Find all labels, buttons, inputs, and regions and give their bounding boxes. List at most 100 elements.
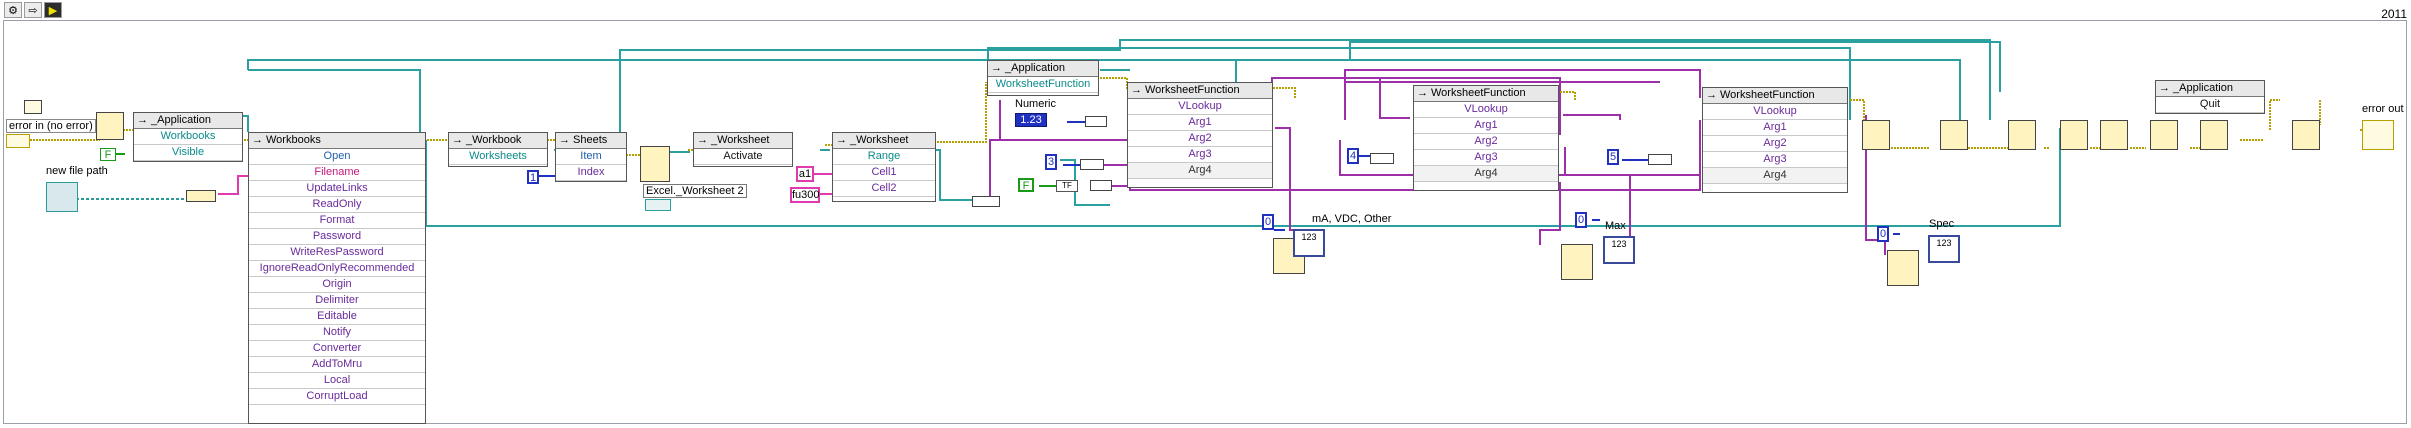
arg4[interactable]: Arg4: [1128, 163, 1272, 179]
arg-cell1[interactable]: Cell1: [833, 165, 935, 181]
numeric-constant-zero-c[interactable]: 0: [1877, 226, 1889, 242]
automation-open-icon: [96, 112, 124, 140]
node-header: → WorksheetFunction: [1414, 86, 1558, 102]
arg-local[interactable]: Local: [249, 373, 425, 389]
arg2[interactable]: Arg2: [1128, 131, 1272, 147]
max-label: Max: [1605, 220, 1626, 232]
invoke-node-worksheetfunction-3[interactable]: → WorksheetFunction VLookup Arg1 Arg2 Arg…: [1702, 87, 1848, 193]
property-node-workbook[interactable]: → _Workbook Worksheets: [448, 132, 548, 167]
arg-editable[interactable]: Editable: [249, 309, 425, 325]
arg1[interactable]: Arg1: [1414, 118, 1558, 134]
numeric-constant-three[interactable]: 3: [1045, 154, 1057, 170]
invoke-node-workbooks[interactable]: → Workbooks Open Filename UpdateLinks Rea…: [248, 132, 426, 424]
arg-cell2[interactable]: Cell2: [833, 181, 935, 197]
arg-writerespassword[interactable]: WriteResPassword: [249, 245, 425, 261]
indicator-ma-vdc-other: 123: [1293, 229, 1325, 257]
boolean-constant[interactable]: F: [1018, 178, 1034, 192]
refnum-wire: [930, 149, 980, 201]
arg3[interactable]: Arg3: [1414, 150, 1558, 166]
arg4[interactable]: Arg4: [1414, 166, 1558, 182]
refnum-wire: [248, 69, 421, 140]
arg2[interactable]: Arg2: [1414, 134, 1558, 150]
property-node-worksheet-range[interactable]: → _Worksheet Range Cell1 Cell2: [832, 132, 936, 202]
string-wire: [218, 175, 248, 195]
prop-workbooks[interactable]: Workbooks: [134, 129, 242, 145]
method-vlookup[interactable]: VLookup: [1414, 102, 1558, 118]
to-variant-icon: [1085, 116, 1107, 127]
method-quit[interactable]: Quit: [2156, 97, 2264, 113]
invoke-node-application-quit[interactable]: → _Application Quit: [2155, 80, 2265, 114]
numeric-constant-four[interactable]: 4: [1347, 148, 1359, 164]
prop-worksheets[interactable]: Worksheets: [449, 149, 547, 165]
string-constant-a1[interactable]: a1: [796, 166, 814, 182]
node-header: → _Workbook: [449, 133, 547, 149]
prop-visible[interactable]: Visible: [134, 145, 242, 161]
arg4[interactable]: Arg4: [1703, 168, 1847, 184]
to-variant-icon: [1648, 154, 1672, 165]
prop-worksheetfunction[interactable]: WorksheetFunction: [988, 77, 1098, 93]
arg-addtomru[interactable]: AddToMru: [249, 357, 425, 373]
arg-corruptload[interactable]: CorruptLoad: [249, 389, 425, 405]
error-wire: [1850, 99, 1865, 120]
false-constant[interactable]: F: [100, 148, 116, 161]
type-constant-icon[interactable]: [645, 199, 671, 211]
numeric-control-value[interactable]: 1.23: [1015, 113, 1047, 127]
close-reference-icon: [2060, 120, 2088, 150]
numeric-label: Numeric: [1015, 98, 1056, 110]
to-variant-icon: [1370, 153, 1394, 164]
property-node-application[interactable]: → _Application Workbooks Visible: [133, 112, 243, 162]
close-reference-icon: [2292, 120, 2320, 150]
indicator-spec: 123: [1928, 235, 1960, 263]
node-header: → _Worksheet: [694, 133, 792, 149]
arg-index[interactable]: Index: [556, 165, 626, 181]
error-in-terminal[interactable]: [6, 134, 30, 148]
arg-origin[interactable]: Origin: [249, 277, 425, 293]
arg-password[interactable]: Password: [249, 229, 425, 245]
numeric-constant-zero-a[interactable]: 0: [1262, 214, 1274, 230]
arg-format[interactable]: Format: [249, 213, 425, 229]
arg1[interactable]: Arg1: [1128, 115, 1272, 131]
method-vlookup[interactable]: VLookup: [1703, 104, 1847, 120]
error-in-label: error in (no error): [6, 119, 96, 133]
variant-to-data-icon: [1561, 244, 1593, 280]
arg-notify[interactable]: Notify: [249, 325, 425, 341]
excel-worksheet-label: Excel._Worksheet 2: [643, 184, 747, 198]
path-to-string-icon: [186, 190, 216, 202]
node-header: → WorksheetFunction: [1128, 83, 1272, 99]
method-vlookup[interactable]: VLookup: [1128, 99, 1272, 115]
close-reference-icon: [1862, 120, 1890, 150]
invoke-node-worksheet-activate[interactable]: → _Worksheet Activate: [693, 132, 793, 167]
path-control-icon[interactable]: [46, 182, 78, 212]
method-open[interactable]: Open: [249, 149, 425, 165]
numeric-constant-one[interactable]: 1: [527, 170, 539, 184]
close-reference-icon: [2100, 120, 2128, 150]
variant-wire: [1563, 114, 1621, 120]
prop-item[interactable]: Item: [556, 149, 626, 165]
invoke-node-worksheetfunction-2[interactable]: → WorksheetFunction VLookup Arg1 Arg2 Arg…: [1413, 85, 1559, 191]
arg-readonly[interactable]: ReadOnly: [249, 197, 425, 213]
invoke-node-worksheetfunction-1[interactable]: → WorksheetFunction VLookup Arg1 Arg2 Arg…: [1127, 82, 1273, 188]
arg3[interactable]: Arg3: [1703, 152, 1847, 168]
indicator-max: 123: [1603, 236, 1635, 264]
string-constant-fu300[interactable]: fu300: [790, 187, 820, 203]
arg-converter[interactable]: Converter: [249, 341, 425, 357]
numeric-constant-zero-b[interactable]: 0: [1575, 212, 1587, 228]
method-activate[interactable]: Activate: [694, 149, 792, 165]
property-node-application-wsf[interactable]: → _Application WorksheetFunction: [987, 60, 1099, 96]
arg-updatelinks[interactable]: UpdateLinks: [249, 181, 425, 197]
arg-ignorereadonlyrecommended[interactable]: IgnoreReadOnlyRecommended: [249, 261, 425, 277]
bool-to-num-icon: TF: [1056, 180, 1078, 192]
arg3[interactable]: Arg3: [1128, 147, 1272, 163]
numeric-constant-five[interactable]: 5: [1607, 149, 1619, 165]
arg1[interactable]: Arg1: [1703, 120, 1847, 136]
arg-delimiter[interactable]: Delimiter: [249, 293, 425, 309]
property-node-sheets[interactable]: → Sheets Item Index: [555, 132, 627, 182]
error-out-terminal[interactable]: [2362, 120, 2394, 150]
arg-filename[interactable]: Filename: [249, 165, 425, 181]
close-reference-icon: [2008, 120, 2036, 150]
arg2[interactable]: Arg2: [1703, 136, 1847, 152]
ma-vdc-other-label: mA, VDC, Other: [1312, 213, 1392, 225]
error-wire: [1270, 87, 1296, 98]
prop-range[interactable]: Range: [833, 149, 935, 165]
error-out-label: error out: [2362, 103, 2404, 115]
